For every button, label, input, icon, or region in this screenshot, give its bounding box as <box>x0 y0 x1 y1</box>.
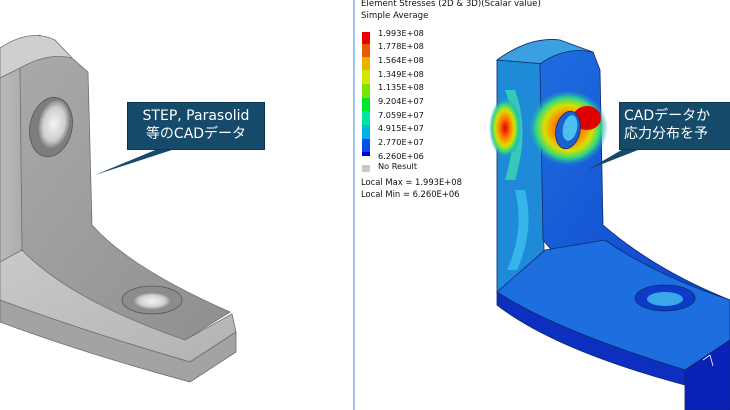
callout-line-1: STEP, Parasolid <box>142 108 250 124</box>
legend-label-2: 1.564E+08 <box>378 55 424 65</box>
legend-swatch-2 <box>362 57 370 70</box>
fea-result-viewport[interactable]: CADデータか 応力分布を予 Element Stresses (2D & 3D… <box>355 0 730 410</box>
legend-label-3: 1.349E+08 <box>378 69 424 79</box>
callout-line-2: 等のCADデータ <box>145 126 247 142</box>
legend-swatch-1 <box>362 44 370 57</box>
legend-label-6: 7.059E+07 <box>378 110 424 120</box>
result-callout-line-2: 応力分布を予 <box>624 126 708 142</box>
no-result-label: No Result <box>378 161 418 171</box>
local-max: Local Max = 1.993E+08 <box>361 177 462 187</box>
legend-swatch-7 <box>362 125 370 139</box>
legend-label-5: 9.204E+07 <box>378 96 424 106</box>
cad-data-callout: STEP, Parasolid 等のCADデータ <box>127 102 265 150</box>
legend-swatch-5 <box>362 98 370 111</box>
legend-label-9: 6.260E+06 <box>378 151 424 161</box>
legend-swatch-6 <box>362 111 370 125</box>
no-result-swatch <box>362 165 370 172</box>
legend-swatch-3 <box>362 70 370 84</box>
result-callout-line-1: CADデータか <box>624 108 711 124</box>
legend-label-4: 1.135E+08 <box>378 82 424 92</box>
callout-pointer <box>95 148 178 175</box>
cad-model-viewport[interactable]: STEP, Parasolid 等のCADデータ <box>0 0 353 410</box>
legend-title: Element Stresses (2D & 3D)(Scalar value) <box>361 0 541 9</box>
legend-label-7: 4.915E+07 <box>378 123 424 133</box>
legend-label-8: 2.770E+07 <box>378 137 424 147</box>
local-min: Local Min = 6.260E+06 <box>361 189 460 199</box>
legend-swatch-4 <box>362 84 370 98</box>
legend-swatch-9 <box>362 152 370 156</box>
legend-label-1: 1.778E+08 <box>378 41 424 51</box>
legend-subtitle: Simple Average <box>361 11 429 21</box>
legend-swatch-8 <box>362 139 370 152</box>
legend-label-0: 1.993E+08 <box>378 28 424 38</box>
legend-swatch-0 <box>362 32 370 44</box>
result-callout: CADデータか 応力分布を予 <box>619 102 730 150</box>
